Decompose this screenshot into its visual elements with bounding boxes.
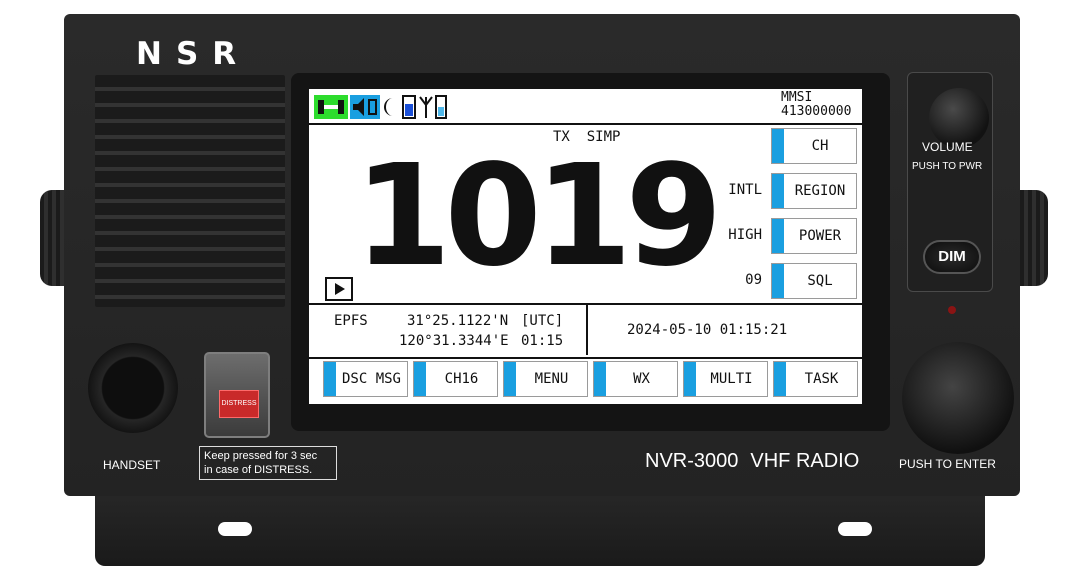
model-number: NVR-3000	[645, 450, 739, 472]
dim-button[interactable]: DIM	[923, 240, 981, 274]
mounting-hole-left	[218, 522, 252, 536]
latitude: 31°25.1122'N	[407, 313, 509, 329]
date-time: 2024-05-10 01:15:21	[627, 322, 788, 338]
dsc-msg-button[interactable]: DSC MSG	[323, 361, 408, 397]
region-button-label: REGION	[794, 183, 846, 199]
multi-label: MULTI	[710, 371, 753, 387]
mounting-hole-right	[838, 522, 872, 536]
speaker-icon	[350, 95, 380, 119]
speaker-grille	[95, 75, 285, 307]
button-accent	[772, 129, 784, 163]
mmsi-value: 413000000	[781, 104, 852, 119]
power-button[interactable]: POWER	[771, 218, 857, 254]
power-value: HIGH	[728, 227, 762, 243]
distress-note-line-1: Keep pressed for 3 sec	[204, 450, 318, 462]
connector-icon	[314, 95, 348, 119]
button-accent	[414, 362, 426, 396]
ch16-label: CH16	[444, 371, 479, 387]
model-label: NVR-3000 VHF RADIO	[645, 450, 871, 473]
moon-icon	[383, 98, 393, 116]
handset-jack[interactable]	[88, 343, 178, 433]
info-divider	[586, 305, 588, 355]
position-time: 01:15	[521, 333, 564, 349]
menu-label: MENU	[534, 371, 569, 387]
volume-label: VOLUME	[922, 140, 973, 154]
wx-button[interactable]: WX	[593, 361, 678, 397]
brand-logo: NSR	[136, 36, 251, 72]
mmsi-label: MMSI	[781, 90, 813, 105]
volume-knob[interactable]	[929, 88, 989, 148]
button-accent	[504, 362, 516, 396]
ch-button-label: CH	[811, 138, 829, 154]
menu-button[interactable]: MENU	[503, 361, 588, 397]
play-icon[interactable]	[325, 277, 353, 301]
status-led	[948, 306, 956, 314]
dsc-msg-label: DSC MSG	[341, 371, 401, 387]
mmsi-display: MMSI 413000000	[781, 91, 851, 119]
longitude: 120°31.3344'E	[399, 333, 509, 349]
task-label: TASK	[804, 371, 839, 387]
distress-button[interactable]: DISTRESS	[219, 390, 259, 418]
time-zone-label: [UTC]	[521, 313, 564, 329]
button-accent	[594, 362, 606, 396]
position-source: EPFS	[334, 313, 368, 329]
status-bar: MMSI 413000000	[309, 89, 862, 125]
multi-button[interactable]: MULTI	[683, 361, 768, 397]
enter-knob[interactable]	[902, 342, 1014, 454]
distress-note-line-2: in case of DISTRESS.	[204, 464, 313, 476]
push-to-enter-label: PUSH TO ENTER	[899, 457, 996, 471]
region-button[interactable]: REGION	[771, 173, 857, 209]
handset-label: HANDSET	[103, 458, 161, 472]
ch-button[interactable]: CH	[771, 128, 857, 164]
signal-level-icon	[435, 95, 447, 119]
button-accent	[774, 362, 786, 396]
channel-number: 1019	[354, 135, 723, 298]
sql-button-label: SQL	[807, 273, 833, 289]
push-to-pwr-label: PUSH TO PWR	[912, 161, 983, 172]
distress-note: Keep pressed for 3 sec in case of DISTRE…	[199, 446, 337, 480]
button-accent	[772, 264, 784, 298]
display-screen: MMSI 413000000 TX SIMP 1019 INTL HIGH 09…	[309, 89, 862, 404]
ch16-button[interactable]: CH16	[413, 361, 498, 397]
sql-button[interactable]: SQL	[771, 263, 857, 299]
antenna-icon	[419, 96, 433, 118]
wx-label: WX	[633, 371, 650, 387]
button-accent	[684, 362, 696, 396]
battery-icon	[402, 95, 416, 119]
region-value: INTL	[728, 182, 762, 198]
button-accent	[772, 219, 784, 253]
button-accent	[324, 362, 336, 396]
button-accent	[772, 174, 784, 208]
task-button[interactable]: TASK	[773, 361, 858, 397]
power-button-label: POWER	[798, 228, 842, 244]
product-name: VHF RADIO	[750, 450, 860, 472]
squelch-value: 09	[745, 272, 762, 288]
